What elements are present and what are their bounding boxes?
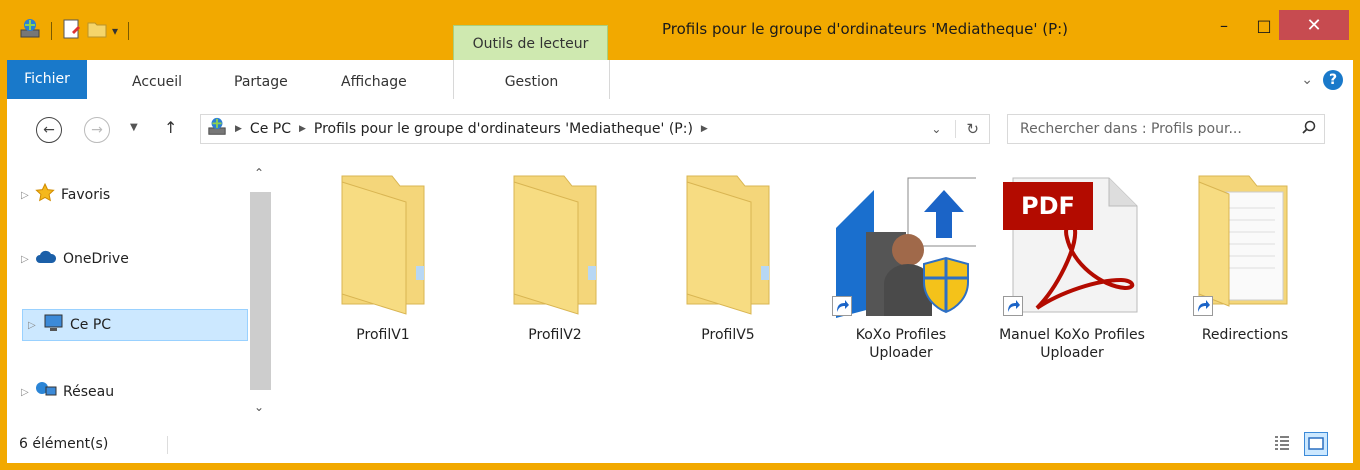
large-icons-view-icon[interactable]: [1304, 432, 1328, 456]
chevron-right-icon[interactable]: ▶: [299, 124, 306, 134]
ribbon-tabs: Fichier Accueil Partage Affichage Gestio…: [7, 60, 1353, 101]
pdf-icon: PDF: [997, 168, 1147, 318]
expand-ribbon-icon[interactable]: ⌄: [1301, 72, 1313, 88]
file-name: ProfilV2: [528, 327, 582, 343]
shortcut-arrow-icon: [832, 296, 852, 316]
chevron-right-icon[interactable]: ▶: [701, 124, 708, 134]
file-item[interactable]: ProfilV5: [653, 168, 803, 344]
tab-file[interactable]: Fichier: [7, 60, 87, 99]
folder-icon: [328, 175, 438, 322]
window-title: Profils pour le groupe d'ordinateurs 'Me…: [661, 20, 1069, 38]
forward-button[interactable]: →: [84, 117, 110, 143]
file-name: ProfilV5: [701, 327, 755, 343]
nav-item-onedrive[interactable]: ▷ OneDrive: [21, 244, 129, 274]
explorer-window: ▾ Outils de lecteur Profils pour le grou…: [0, 0, 1360, 470]
scroll-up-icon[interactable]: ⌃: [254, 166, 264, 180]
status-bar: 6 élément(s): [7, 426, 1353, 462]
file-name: Redirections: [1201, 327, 1289, 343]
address-dropdown-icon[interactable]: ⌄: [931, 122, 941, 136]
up-button[interactable]: ↑: [164, 118, 177, 137]
tab-view[interactable]: Affichage: [341, 60, 407, 99]
nav-label: Ce PC: [70, 317, 112, 333]
nav-item-network[interactable]: ▷ Réseau: [21, 377, 114, 407]
close-button[interactable]: ✕: [1279, 10, 1349, 40]
ribbon-controls: ⌄ ?: [1301, 70, 1343, 90]
breadcrumb-drive[interactable]: Profils pour le groupe d'ordinateurs 'Me…: [314, 121, 693, 137]
cloud-icon: [35, 249, 57, 269]
drive-icon: [207, 117, 227, 141]
network-icon: [35, 380, 57, 404]
customize-qat-icon[interactable]: ▾: [112, 24, 118, 38]
shortcut-arrow-icon: [1193, 296, 1213, 316]
scroll-down-icon[interactable]: ⌄: [254, 400, 264, 414]
navigation-pane: ▷ Favoris ▷ OneDrive ▷ Ce PC ▷ Réseau: [7, 158, 272, 426]
quick-access-toolbar: ▾: [19, 16, 135, 46]
chevron-right-icon[interactable]: ▶: [235, 124, 242, 134]
nav-label: OneDrive: [63, 251, 129, 267]
context-tab-drive-tools[interactable]: Outils de lecteur: [453, 25, 608, 62]
expand-caret-icon[interactable]: ▷: [21, 387, 35, 398]
search-icon[interactable]: [1302, 120, 1316, 138]
drive-icon[interactable]: [19, 18, 41, 44]
title-bar: ▾ Outils de lecteur Profils pour le grou…: [7, 6, 1353, 62]
nav-label: Réseau: [63, 384, 115, 400]
expand-caret-icon[interactable]: ▷: [28, 320, 42, 331]
scroll-thumb[interactable]: [250, 192, 271, 390]
tab-manage[interactable]: Gestion: [453, 60, 610, 99]
refresh-icon[interactable]: ↻: [955, 120, 979, 138]
details-view-icon[interactable]: [1271, 432, 1295, 456]
expand-caret-icon[interactable]: ▷: [21, 190, 35, 201]
pdf-badge: PDF: [1021, 192, 1075, 220]
file-item[interactable]: ProfilV1: [308, 168, 458, 344]
separator: [167, 436, 168, 454]
folder-shortcut-icon: [1185, 168, 1305, 318]
nav-item-this-pc[interactable]: ▷ Ce PC: [22, 309, 248, 341]
app-shortcut-icon: [826, 168, 981, 318]
folder-icon: [673, 175, 783, 322]
search-input[interactable]: Rechercher dans : Profils pour...: [1007, 114, 1325, 144]
nav-scrollbar[interactable]: ⌃ ⌄: [250, 164, 271, 424]
tab-share[interactable]: Partage: [234, 60, 288, 99]
nav-label: Favoris: [61, 187, 111, 203]
address-bar[interactable]: ▶ Ce PC ▶ Profils pour le groupe d'ordin…: [200, 114, 990, 144]
file-list: ProfilV1 ProfilV2 ProfilV5 KoXo Profiles…: [272, 158, 1360, 426]
file-item[interactable]: ProfilV2: [480, 168, 630, 344]
properties-icon[interactable]: [62, 18, 82, 44]
help-icon[interactable]: ?: [1323, 70, 1343, 90]
computer-icon: [42, 313, 64, 337]
new-folder-icon[interactable]: [86, 18, 108, 44]
nav-item-favorites[interactable]: ▷ Favoris: [21, 180, 110, 210]
recent-locations-icon[interactable]: ▼: [130, 122, 138, 133]
back-button[interactable]: ←: [36, 117, 62, 143]
file-name: Manuel KoXo Profiles Uploader: [999, 327, 1145, 361]
file-name: ProfilV1: [356, 327, 410, 343]
file-item[interactable]: Redirections: [1170, 168, 1320, 344]
shortcut-arrow-icon: [1003, 296, 1023, 316]
file-item[interactable]: PDF Manuel KoXo Profiles Uploader: [997, 168, 1147, 362]
expand-caret-icon[interactable]: ▷: [21, 254, 35, 265]
address-toolbar: ← → ▼ ↑ ▶ Ce PC ▶ Profils pour le groupe…: [7, 100, 1353, 158]
breadcrumb-ce-pc[interactable]: Ce PC: [250, 121, 291, 137]
minimize-button[interactable]: –: [1202, 10, 1246, 40]
star-icon: [35, 182, 55, 207]
separator: [128, 22, 130, 40]
search-placeholder: Rechercher dans : Profils pour...: [1020, 121, 1242, 137]
file-item[interactable]: KoXo Profiles Uploader: [826, 168, 981, 362]
folder-icon: [500, 175, 610, 322]
file-name: KoXo Profiles Uploader: [855, 327, 947, 361]
separator: [51, 22, 52, 40]
tab-home[interactable]: Accueil: [132, 60, 182, 99]
item-count: 6 élément(s): [19, 436, 109, 452]
